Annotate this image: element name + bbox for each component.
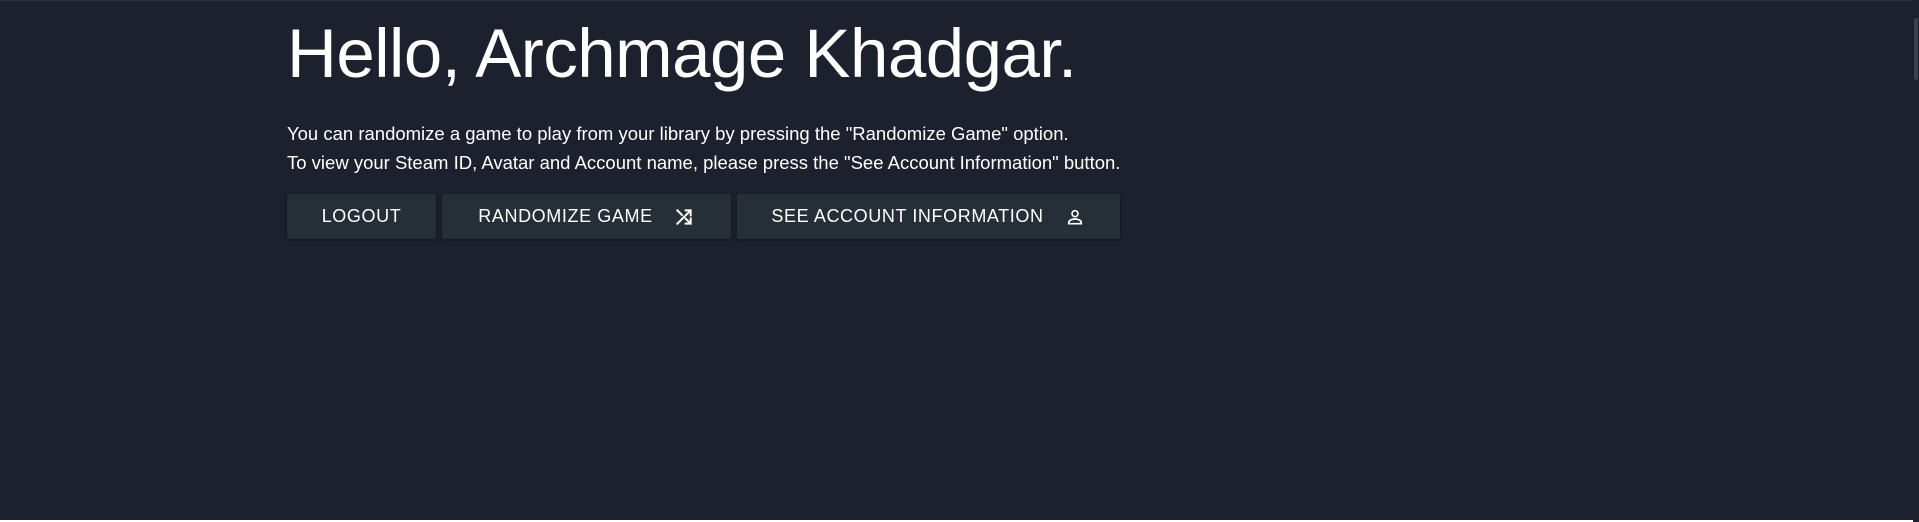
randomize-game-button-label: Randomize Game (478, 206, 653, 226)
description-line-account: To view your Steam ID, Avatar and Accoun… (287, 152, 1121, 173)
page-title: Hello, Archmage Khadgar. (287, 15, 1077, 92)
person-icon (1064, 206, 1086, 228)
see-account-information-button-label: See Account Information (771, 206, 1044, 226)
action-buttons: Logout Randomize Game See Account Inform… (287, 194, 1120, 239)
see-account-information-button[interactable]: See Account Information (737, 194, 1120, 239)
randomize-game-button[interactable]: Randomize Game (442, 194, 731, 239)
app-viewport: Hello, Archmage Khadgar. You can randomi… (0, 0, 1913, 520)
logout-button-label: Logout (321, 206, 402, 226)
logout-button[interactable]: Logout (287, 194, 436, 239)
scrollbar-thumb[interactable] (1914, 18, 1918, 80)
description: You can randomize a game to play from yo… (287, 119, 1120, 177)
main-content: Hello, Archmage Khadgar. You can randomi… (287, 13, 1120, 177)
description-line-randomize: You can randomize a game to play from yo… (287, 123, 1069, 144)
shuffle-icon (673, 206, 695, 228)
